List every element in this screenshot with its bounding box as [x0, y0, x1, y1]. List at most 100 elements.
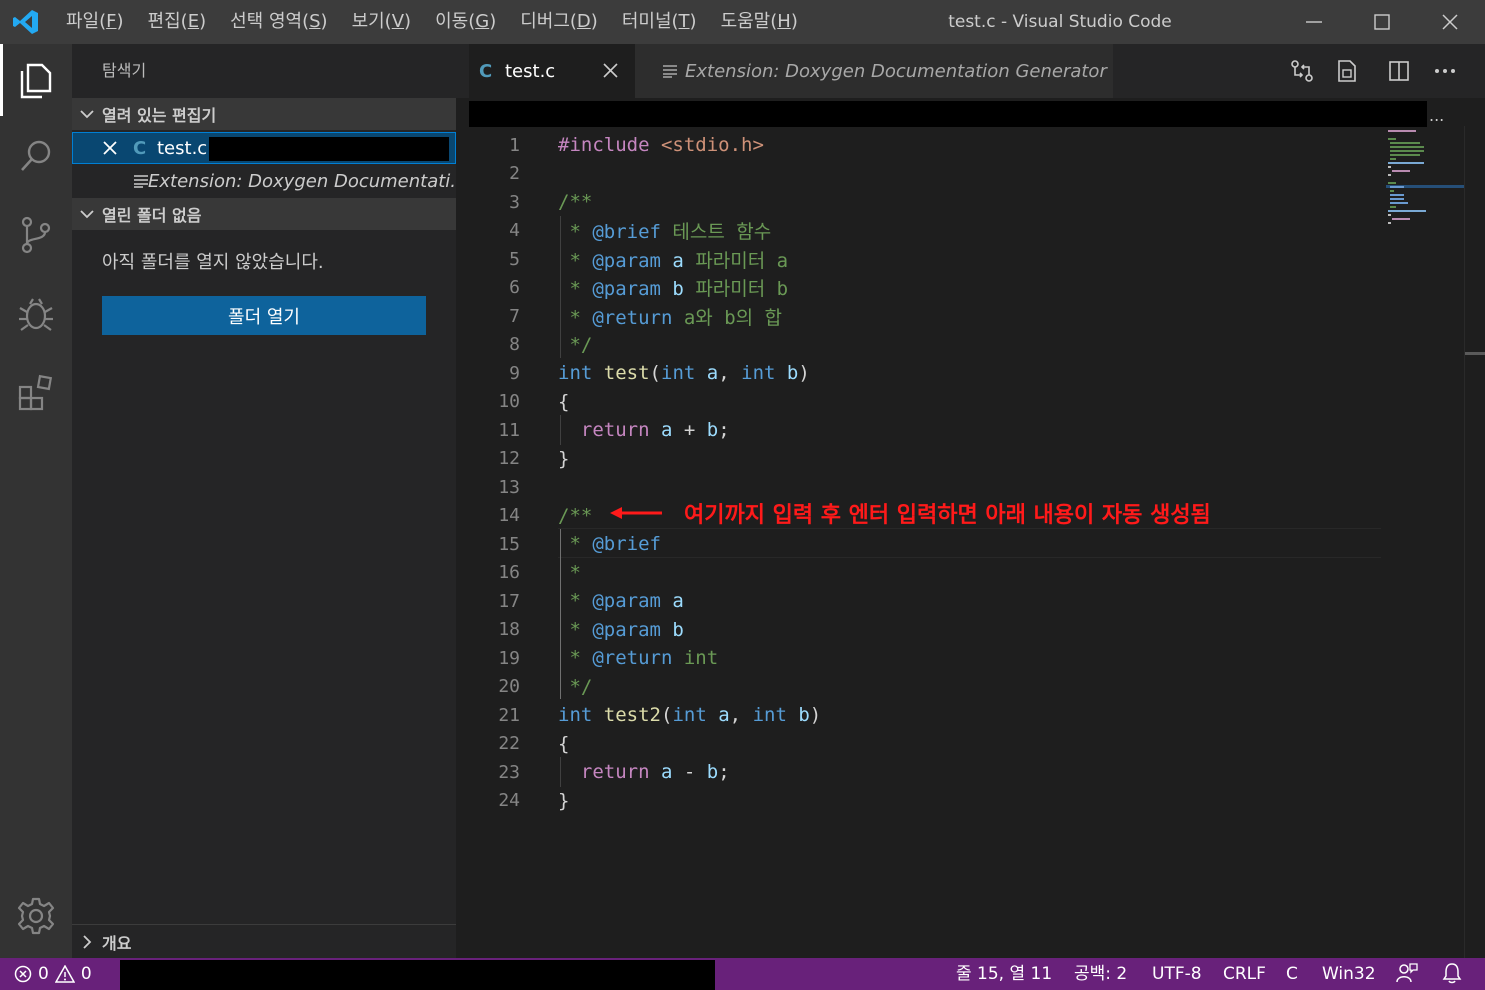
gear-icon — [17, 897, 55, 935]
extensions-activity[interactable] — [0, 357, 72, 429]
code-line[interactable]: 17 * @param a — [456, 587, 1386, 615]
menu-edit[interactable]: 편집(E) — [136, 0, 219, 44]
code-line[interactable]: 7 * @return a와 b의 합 — [456, 302, 1386, 330]
open-editor-test-c[interactable]: C test.c — [72, 132, 456, 164]
code-line[interactable]: 19 * @return int — [456, 644, 1386, 672]
search-activity[interactable] — [0, 120, 72, 192]
debug-activity[interactable] — [0, 278, 72, 350]
menu-selection[interactable]: 선택 영역(S) — [218, 0, 339, 44]
menu-view[interactable]: 보기(V) — [340, 0, 424, 44]
tab-extension-preview[interactable]: Extension: Doxygen Documentation Generat… — [635, 44, 1113, 98]
code-line[interactable]: 1 #include <stdio.h> — [456, 131, 1386, 159]
code-token: } — [558, 447, 570, 470]
open-preview-button[interactable] — [1324, 44, 1370, 98]
problems-status[interactable]: 0 0 — [14, 958, 92, 990]
vertical-scrollbar[interactable] — [1464, 126, 1484, 958]
code-line[interactable]: 3 /** — [456, 188, 1386, 216]
close-tab-button[interactable] — [603, 63, 618, 82]
code-line[interactable]: 6 * @param b 파라미터 b — [456, 274, 1386, 302]
warning-count: 0 — [80, 964, 92, 984]
code-token: @brief — [592, 221, 661, 243]
code-token: { — [558, 732, 570, 755]
line-ending[interactable]: CRLF — [1223, 958, 1266, 990]
cursor-position[interactable]: 줄 15, 열 11 — [956, 958, 1052, 990]
close-window-button[interactable] — [1416, 0, 1484, 44]
redacted-area — [209, 137, 449, 161]
menu-debug[interactable]: 디버그(D) — [508, 0, 610, 44]
code-text: #include <stdio.h> — [558, 134, 764, 156]
code-text: } — [558, 790, 569, 812]
code-token: b — [706, 761, 719, 783]
menu-terminal[interactable]: 터미널(T) — [610, 0, 709, 44]
menu-go[interactable]: 이동(G) — [423, 0, 508, 44]
menu-help[interactable]: 도움말(H) — [709, 0, 810, 44]
menu-file[interactable]: 파일(F) — [54, 0, 136, 44]
code-line[interactable]: 16 * — [456, 559, 1386, 587]
feedback-button[interactable] — [1396, 962, 1418, 990]
title-bar: 파일(F) 편집(E) 선택 영역(S) 보기(V) 이동(G) 디버그(D) … — [0, 0, 1485, 44]
manage-activity[interactable] — [0, 880, 72, 952]
code-token: * — [558, 221, 593, 243]
bell-icon — [1442, 963, 1462, 984]
maximize-button[interactable] — [1348, 0, 1416, 44]
breadcrumb-more[interactable]: ... — [1429, 106, 1444, 125]
code-line[interactable]: 11 return a + b; — [456, 416, 1386, 444]
code-token: * — [558, 306, 593, 329]
platform[interactable]: Win32 — [1322, 958, 1376, 990]
code-token: ( — [649, 362, 661, 384]
code-text: * @return a와 b의 합 — [558, 303, 782, 330]
compare-changes-button[interactable] — [1279, 44, 1325, 98]
code-line[interactable]: 23 return a - b; — [456, 758, 1386, 786]
annotation: 여기까지 입력 후 엔터 입력하면 아래 내용이 자동 생성됨 — [610, 497, 1211, 529]
outline-header[interactable]: 개요 — [72, 924, 456, 958]
code-line[interactable]: 5 * @param a 파라미터 a — [456, 245, 1386, 273]
code-text: * @param b 파라미터 b — [558, 274, 788, 301]
indentation[interactable]: 공백: 2 — [1074, 958, 1127, 990]
line-number: 9 — [509, 362, 520, 384]
code-line[interactable]: 20 */ — [456, 673, 1386, 701]
code-line[interactable]: 15 * @brief — [456, 530, 1386, 558]
no-folder-header[interactable]: 열린 폴더 없음 — [72, 198, 456, 230]
menu-bar: 파일(F) 편집(E) 선택 영역(S) 보기(V) 이동(G) 디버그(D) … — [54, 0, 810, 44]
code-token: ; — [718, 419, 730, 441]
annotation-text: 여기까지 입력 후 엔터 입력하면 아래 내용이 자동 생성됨 — [684, 503, 1211, 528]
line-number: 6 — [509, 277, 520, 298]
code-line[interactable]: 9 int test(int a, int b) — [456, 359, 1386, 387]
minimap[interactable] — [1386, 126, 1466, 236]
explorer-activity[interactable] — [0, 44, 72, 116]
chevron-down-icon — [80, 210, 94, 219]
language-mode[interactable]: C — [1286, 958, 1298, 990]
code-line[interactable]: 22 { — [456, 730, 1386, 758]
code-editor[interactable]: ... 1 #include <stdio.h> 2 3/** 4 * @brief 테… — [456, 98, 1485, 958]
code-line[interactable]: 2 — [456, 160, 1386, 188]
open-editors-header[interactable]: 열려 있는 편집기 — [72, 98, 456, 130]
open-editor-extension[interactable]: Extension: Doxygen Documentati... — [72, 165, 467, 197]
code-token: int — [741, 362, 776, 384]
encoding[interactable]: UTF-8 — [1152, 958, 1202, 990]
source-control-activity[interactable] — [0, 199, 72, 271]
code-token: 파라미터 a — [683, 249, 789, 272]
code-line[interactable]: 12} — [456, 445, 1386, 473]
code-line[interactable]: 8 */ — [456, 331, 1386, 359]
tab-test-c[interactable]: C test.c — [469, 44, 635, 98]
code-line[interactable]: 18 * @param b — [456, 616, 1386, 644]
open-folder-button[interactable]: 폴더 열기 — [102, 296, 426, 335]
notifications-button[interactable] — [1442, 962, 1462, 990]
code-line[interactable]: 24} — [456, 787, 1386, 815]
minimize-button[interactable] — [1280, 0, 1348, 44]
code-line[interactable]: 4 * @brief 테스트 함수 — [456, 217, 1386, 245]
code-token: * — [558, 618, 593, 641]
code-line[interactable]: 21 int test2(int a, int b) — [456, 701, 1386, 729]
window-title: test.c - Visual Studio Code — [948, 12, 1172, 32]
split-editor-button[interactable] — [1376, 44, 1422, 98]
line-number: 4 — [509, 220, 520, 241]
code-token: ( — [660, 704, 673, 726]
close-editor-button[interactable] — [103, 141, 133, 155]
redacted-status — [120, 960, 715, 990]
more-actions-button[interactable] — [1422, 44, 1468, 98]
code-token: a와 b의 합 — [672, 306, 783, 329]
code-line[interactable]: 10 { — [456, 388, 1386, 416]
